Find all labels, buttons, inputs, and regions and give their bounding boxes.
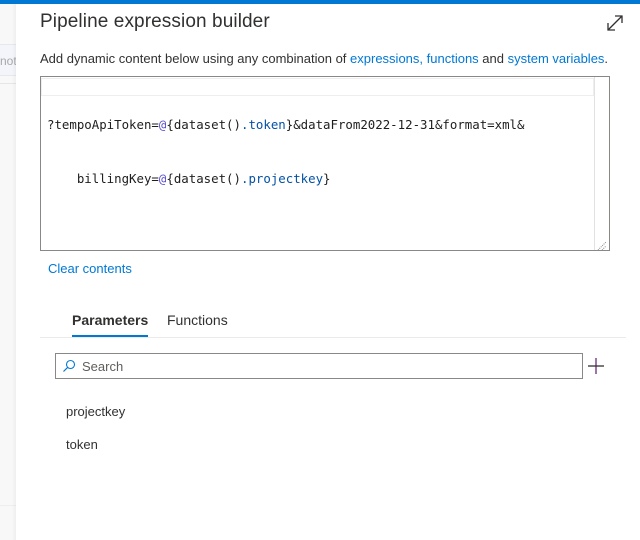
plus-icon xyxy=(588,358,604,374)
code-token-text: ?tempoApiToken= xyxy=(47,117,159,132)
tab-functions[interactable]: Functions xyxy=(167,312,228,337)
parameter-item-token[interactable]: token xyxy=(66,437,98,452)
add-parameter-button[interactable] xyxy=(586,356,606,376)
search-input[interactable] xyxy=(82,356,572,376)
code-token-text: {dataset() xyxy=(166,171,241,186)
tab-parameters[interactable]: Parameters xyxy=(72,312,149,337)
description-middle: and xyxy=(478,51,508,66)
search-icon xyxy=(62,359,76,373)
expand-icon[interactable] xyxy=(604,12,626,34)
expression-code[interactable]: ?tempoApiToken=@{dataset().token}&dataFr… xyxy=(47,80,524,224)
description-prefix: Add dynamic content below using any comb… xyxy=(40,51,351,66)
code-token-text: } xyxy=(323,171,331,186)
code-line-1: ?tempoApiToken=@{dataset().token}&dataFr… xyxy=(47,116,524,134)
code-token-property: .token xyxy=(240,117,286,132)
description: Add dynamic content below using any comb… xyxy=(40,51,608,66)
code-token-text: {dataset() xyxy=(166,117,241,132)
code-line-2: billingKey=@{dataset().projectkey} xyxy=(47,170,524,188)
expression-editor[interactable]: ?tempoApiToken=@{dataset().token}&dataFr… xyxy=(40,76,610,251)
panel-title: Pipeline expression builder xyxy=(40,11,270,32)
parameter-item-projectkey[interactable]: projectkey xyxy=(66,404,125,419)
code-token-property: .projectkey xyxy=(240,171,324,186)
description-suffix: . xyxy=(604,51,609,66)
editor-scrollbar[interactable] xyxy=(594,77,609,250)
clear-contents-link[interactable]: Clear contents xyxy=(48,261,132,276)
expressions-link[interactable]: expressions, xyxy=(350,51,423,66)
code-token-text: billingKey= xyxy=(47,171,159,186)
expression-builder-panel: Pipeline expression builder Add dynamic … xyxy=(16,4,640,540)
code-token-text: }&dataFrom2022-12-31&format=xml& xyxy=(285,117,525,132)
resize-handle-icon[interactable] xyxy=(597,238,607,250)
parameter-search-box[interactable] xyxy=(55,353,583,379)
functions-link[interactable]: functions xyxy=(427,51,479,66)
system-variables-link[interactable]: system variables xyxy=(508,51,605,66)
tab-bar: Parameters Functions xyxy=(40,306,626,338)
